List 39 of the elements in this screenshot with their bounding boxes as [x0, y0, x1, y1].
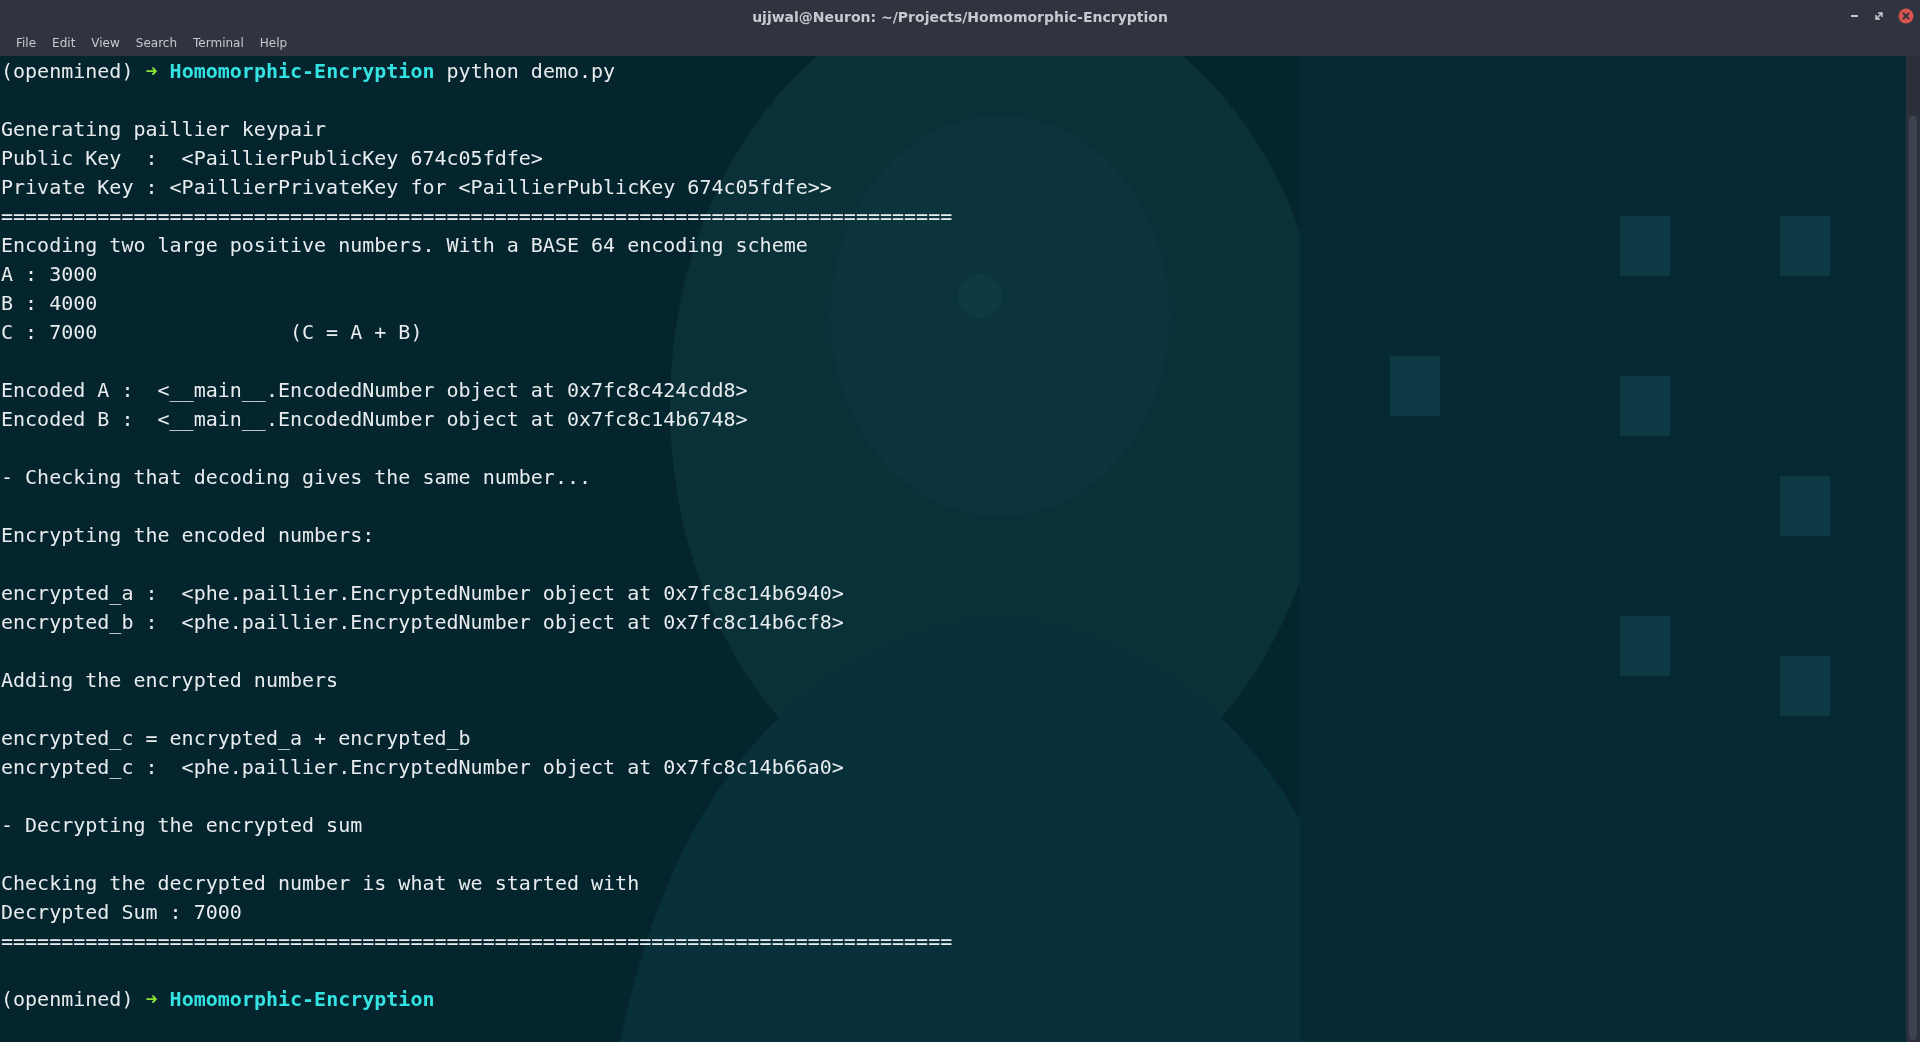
minimize-icon[interactable]: [1850, 14, 1860, 18]
scrollbar[interactable]: [1906, 56, 1920, 1042]
output-line: - Checking that decoding gives the same number...: [1, 464, 591, 491]
prompt-arrow: ➜: [145, 986, 158, 1013]
output-line: Encoding two large positive numbers. With a BASE 64 encoding scheme: [1, 232, 808, 259]
output-line: ===============================================================================: [1, 203, 953, 230]
output-line: Private Key : <PaillierPrivateKey for <PaillierPublicKey 674c05fdfe>>: [1, 174, 832, 201]
output-line: Decrypted Sum : 7000: [1, 899, 242, 926]
output-line: encrypted_c = encrypted_a + encrypted_b: [1, 725, 471, 752]
output-line: B : 4000: [1, 290, 98, 317]
output-line: Encrypting the encoded numbers:: [1, 522, 375, 549]
prompt-arrow: ➜: [145, 58, 158, 85]
output-line: encrypted_b : <phe.paillier.EncryptedNumber object at 0x7fc8c14b6cf8>: [1, 609, 844, 636]
command-text: python demo.py: [446, 58, 616, 85]
output-line: A : 3000: [1, 261, 98, 288]
prompt-directory: Homomorphic-Encryption: [169, 58, 435, 85]
output-line: Generating paillier keypair: [1, 116, 327, 143]
menu-item[interactable]: Search: [127, 34, 186, 52]
output-line: C : 7000 (C = A + B): [1, 319, 423, 346]
menu-item[interactable]: File: [8, 34, 45, 52]
output-line: encrypted_a : <phe.paillier.EncryptedNumber object at 0x7fc8c14b6940>: [1, 580, 844, 607]
prompt-env: (openmined): [1, 986, 134, 1013]
output-line: ===============================================================================: [1, 928, 953, 955]
prompt-directory: Homomorphic-Encryption: [169, 986, 435, 1013]
output-line: Adding the encrypted numbers: [1, 667, 339, 694]
output-line: encrypted_c : <phe.paillier.EncryptedNumber object at 0x7fc8c14b66a0>: [1, 754, 844, 781]
menu-item[interactable]: Help: [251, 34, 296, 52]
menu-item[interactable]: Edit: [44, 34, 84, 52]
output-line: Checking the decrypted number is what we started with: [1, 870, 640, 897]
window-title: ujjwal@Neuron: ~/Projects/Homomorphic-Encryption: [752, 9, 1168, 25]
output-line: - Decrypting the encrypted sum: [1, 812, 363, 839]
output-line: Encoded A : <__main__.EncodedNumber object at 0x7fc8c424cdd8>: [1, 377, 748, 404]
restore-icon[interactable]: [1874, 11, 1884, 21]
output-line: Public Key : <PaillierPublicKey 674c05fdfe>: [1, 145, 543, 172]
menu-item[interactable]: Terminal: [185, 34, 252, 52]
close-icon[interactable]: [1898, 8, 1914, 24]
menu-item[interactable]: View: [83, 34, 128, 52]
output-line: Encoded B : <__main__.EncodedNumber object at 0x7fc8c14b6748>: [1, 406, 748, 433]
prompt-env: (openmined): [1, 58, 134, 85]
